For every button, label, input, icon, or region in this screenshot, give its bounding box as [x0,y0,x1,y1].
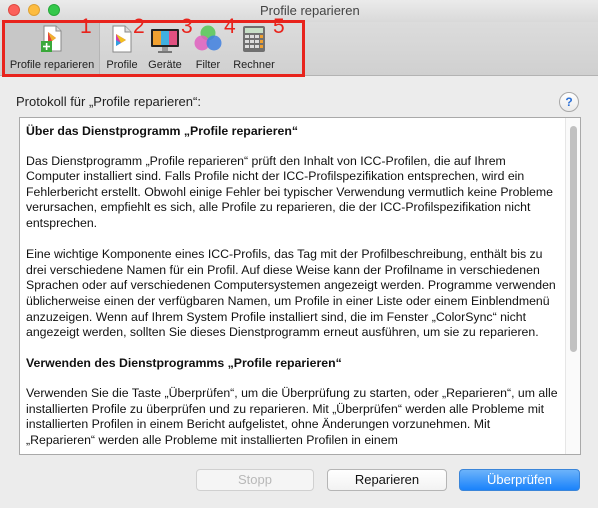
section-heading: Verwenden des Dienstprogramms „Profile r… [26,356,342,371]
check-button[interactable]: Überprüfen [459,469,580,491]
annotation-number: 3 [181,15,193,38]
scrollbar-thumb[interactable] [570,126,577,352]
stop-button[interactable]: Stopp [196,469,314,491]
repair-button[interactable]: Reparieren [327,469,447,491]
vertical-scrollbar[interactable] [565,118,580,454]
paragraph: Eine wichtige Komponente eines ICC-Profi… [26,247,556,340]
zoom-window-button[interactable] [48,4,60,16]
protocol-label: Protokoll für „Profile reparieren“: [16,94,201,109]
section-heading: Über das Dienstprogramm „Profile reparie… [26,124,298,138]
annotation-number: 1 [80,15,92,38]
protocol-text: Über das Dienstprogramm „Profile reparie… [26,124,561,454]
minimize-window-button[interactable] [28,4,40,16]
protocol-text-area[interactable]: Über das Dienstprogramm „Profile reparie… [19,117,581,455]
annotation-number: 2 [133,15,145,38]
annotation-number: 5 [273,15,285,38]
paragraph: Verwenden Sie die Taste „Überprüfen“, um… [26,385,558,447]
annotation-number: 4 [224,15,236,38]
highlight-box [2,20,305,77]
help-button[interactable]: ? [559,92,579,112]
paragraph: Das Dienstprogramm „Profile reparieren“ … [26,153,553,230]
close-window-button[interactable] [8,4,20,16]
